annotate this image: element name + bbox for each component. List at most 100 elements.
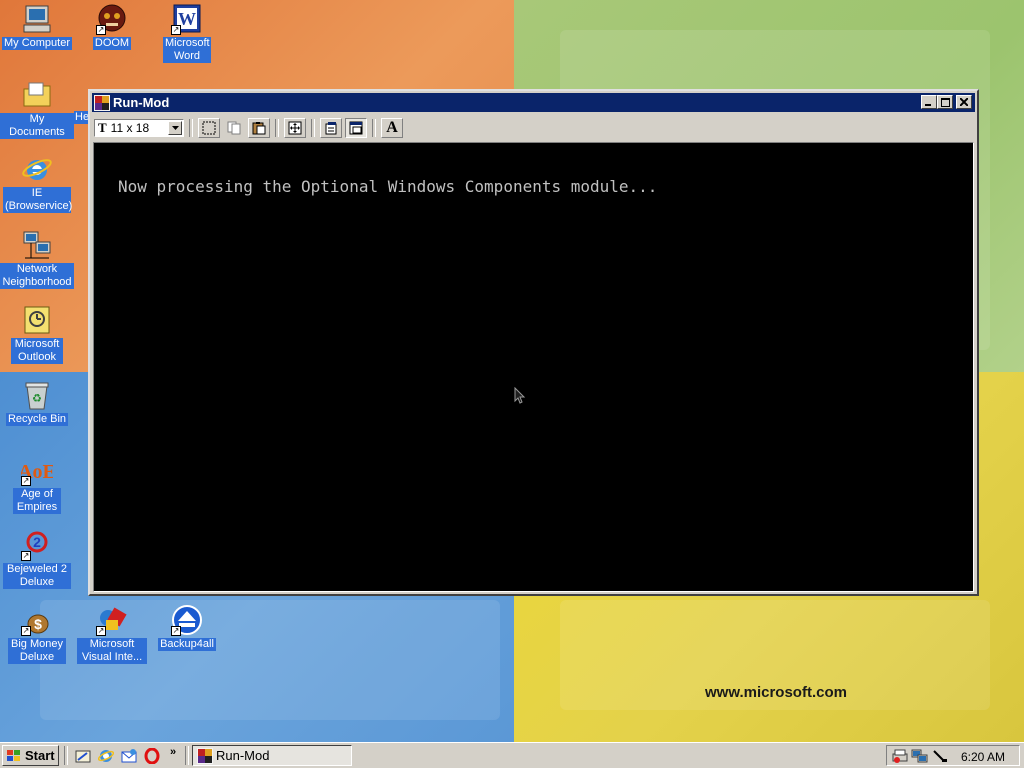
font-size-value: 11 x 18 [110, 120, 150, 135]
taskbar: Start » Run-Mod 6:20 AM [0, 742, 1024, 768]
svg-text:♻: ♻ [32, 392, 42, 405]
outlook-express-icon [121, 749, 137, 763]
full-screen-icon [288, 121, 302, 134]
shortcut-arrow-icon: ↗ [21, 551, 31, 561]
properties-button[interactable] [320, 117, 342, 138]
start-button[interactable]: Start [2, 745, 59, 766]
quick-launch-opera[interactable] [143, 747, 161, 765]
font-size-select[interactable]: T 11 x 18 [94, 118, 184, 137]
minimize-icon [925, 104, 931, 106]
start-label: Start [25, 748, 55, 763]
maximize-icon [940, 97, 950, 107]
show-desktop-icon [75, 750, 91, 763]
backup4all-icon: ↗ [171, 604, 203, 636]
desktop-icon-recycle-bin[interactable]: ♻ Recycle Bin [0, 379, 74, 426]
ie-icon [21, 153, 53, 185]
mark-button[interactable] [198, 117, 220, 138]
toolbar-separator [372, 118, 376, 137]
branding-text: www.microsoft.com [705, 684, 847, 701]
taskbar-button-run-mod[interactable]: Run-Mod [192, 745, 352, 766]
network-connection-icon[interactable] [911, 748, 929, 764]
icon-label: My Documents [0, 113, 74, 139]
desktop-icon-big-money[interactable]: $ ↗ Big Money Deluxe [0, 604, 74, 664]
power-plug-icon[interactable] [931, 748, 949, 764]
font-button[interactable]: A [381, 117, 403, 138]
taskbar-clock[interactable]: 6:20 AM [961, 750, 1005, 764]
icon-label: Microsoft Visual Inte... [77, 638, 147, 664]
run-mod-app-icon [197, 747, 213, 764]
truetype-font-icon: T [98, 119, 107, 135]
word-icon: W ↗ [171, 3, 203, 35]
desktop-icon-network-neighborhood[interactable]: Network Neighborhood [0, 229, 74, 289]
age-of-empires-icon: AoE ↗ [18, 454, 56, 486]
icon-label: Big Money Deluxe [8, 638, 66, 664]
toolbar-separator [189, 118, 193, 137]
desktop-icon-partial[interactable]: He [74, 79, 88, 124]
doom-icon: ↗ [96, 3, 128, 35]
background-icon [349, 121, 363, 134]
shortcut-arrow-icon: ↗ [96, 25, 106, 35]
chevron-down-icon[interactable] [168, 120, 182, 135]
icon-label: Backup4all [158, 638, 216, 651]
desktop-icon-bejeweled[interactable]: 2 ↗ Bejeweled 2 Deluxe [0, 529, 74, 589]
console-output[interactable]: Now processing the Optional Windows Comp… [93, 142, 974, 592]
icon-label: DOOM [92, 37, 132, 50]
taskbar-button-label: Run-Mod [216, 748, 270, 763]
outlook-icon [21, 304, 53, 336]
bejeweled-icon: 2 ↗ [21, 529, 53, 561]
desktop-icon-my-computer[interactable]: My Computer [0, 3, 74, 50]
run-mod-app-icon [94, 94, 110, 111]
icon-label: Microsoft Outlook [11, 338, 63, 364]
shortcut-arrow-icon: ↗ [21, 626, 31, 636]
opera-icon [144, 748, 160, 764]
shortcut-arrow-icon: ↗ [171, 25, 181, 35]
icon-label: He [74, 111, 88, 124]
icon-label: Bejeweled 2 Deluxe [3, 563, 71, 589]
printer-icon[interactable] [891, 748, 909, 764]
icon-label: Microsoft Word [163, 37, 211, 63]
desktop-icon-backup4all[interactable]: ↗ Backup4all [150, 604, 224, 651]
paste-icon [252, 121, 266, 134]
shortcut-arrow-icon: ↗ [21, 476, 31, 486]
icon-label: Network Neighborhood [0, 263, 74, 289]
window-title: Run-Mod [113, 95, 170, 110]
toolbar-separator [275, 118, 279, 137]
desktop-icon-microsoft-outlook[interactable]: Microsoft Outlook [0, 304, 74, 364]
desktop-icon-doom[interactable]: ↗ DOOM [75, 3, 149, 50]
computer-icon [21, 3, 53, 35]
big-money-icon: $ ↗ [21, 604, 53, 636]
toolbar: T 11 x 18 A [92, 115, 975, 140]
mouse-cursor-icon [514, 387, 526, 404]
font-a-icon: A [386, 118, 398, 136]
visual-interdev-icon: ↗ [96, 604, 128, 636]
maximize-button[interactable] [937, 95, 953, 109]
network-icon [21, 229, 53, 261]
icon-label: Age of Empires [13, 488, 61, 514]
full-screen-button[interactable] [284, 117, 306, 138]
icon-label: My Computer [1, 37, 73, 50]
copy-icon [227, 121, 241, 134]
desktop-icon-my-documents[interactable]: My Documents [0, 79, 74, 139]
generic-app-icon [74, 79, 88, 111]
desktop-icon-ie[interactable]: IE (Browservice) [0, 153, 74, 213]
console-message: Now processing the Optional Windows Comp… [118, 177, 658, 196]
toolbar-separator [311, 118, 315, 137]
close-icon [960, 98, 968, 106]
minimize-button[interactable] [921, 95, 937, 109]
close-button[interactable] [956, 95, 972, 109]
desktop-icon-age-of-empires[interactable]: AoE ↗ Age of Empires [0, 454, 74, 514]
quick-launch-more-button[interactable]: » [170, 746, 176, 758]
quick-launch-ie[interactable] [97, 747, 115, 765]
quick-launch-show-desktop[interactable] [74, 747, 92, 765]
windows-logo-icon [7, 749, 20, 761]
quick-launch-outlook-express[interactable] [120, 747, 138, 765]
desktop-icon-microsoft-word[interactable]: W ↗ Microsoft Word [150, 3, 224, 63]
title-bar[interactable]: Run-Mod [92, 93, 975, 112]
toolbar-grip [64, 746, 68, 765]
background-button[interactable] [345, 117, 367, 138]
run-mod-window: Run-Mod T 11 x 18 A Now processing the O… [88, 89, 979, 596]
desktop-icon-visual-interdev[interactable]: ↗ Microsoft Visual Inte... [75, 604, 149, 664]
paste-button[interactable] [248, 117, 270, 138]
copy-button[interactable] [223, 118, 245, 138]
icon-label: Recycle Bin [5, 413, 69, 426]
